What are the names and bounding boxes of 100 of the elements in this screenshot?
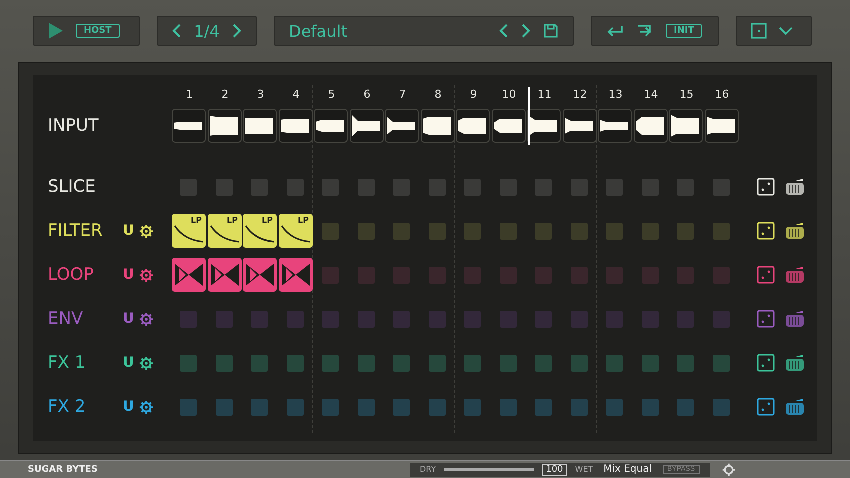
step-pad[interactable] (251, 310, 268, 328)
step-pad[interactable] (570, 398, 588, 416)
step-pad[interactable] (358, 354, 374, 372)
step-pad[interactable] (322, 222, 339, 240)
step-pad[interactable] (322, 310, 339, 328)
loop-step[interactable] (243, 258, 277, 292)
loop-step[interactable] (172, 258, 206, 292)
step-pad[interactable] (286, 354, 304, 372)
step-pad[interactable] (500, 354, 516, 372)
step-pad[interactable] (500, 178, 516, 196)
redo-icon[interactable] (636, 24, 654, 38)
step-pad[interactable] (180, 354, 197, 372)
filter-step[interactable]: LP (208, 214, 242, 248)
step-pad[interactable] (500, 310, 516, 328)
waveform-thumbnail[interactable] (243, 109, 277, 143)
step-pad[interactable] (500, 266, 516, 284)
step-pad[interactable] (251, 398, 268, 416)
waveform-thumbnail[interactable] (598, 109, 632, 143)
step-pad[interactable] (180, 398, 197, 416)
step-pad[interactable] (642, 310, 658, 328)
lane-name[interactable]: INPUT (48, 116, 123, 136)
waveform-thumbnail[interactable] (562, 109, 596, 143)
step-pad[interactable] (570, 354, 588, 372)
unit-toggle[interactable]: U (123, 399, 134, 415)
step-pad[interactable] (535, 354, 552, 372)
step-pad[interactable] (677, 266, 694, 284)
lane-name[interactable]: FX 2 (48, 397, 123, 417)
step-pad[interactable] (642, 266, 658, 284)
previous-icon[interactable] (499, 23, 509, 39)
step-pad[interactable] (535, 178, 552, 196)
step-pad[interactable] (180, 178, 197, 196)
step-pad[interactable] (570, 266, 588, 284)
next-icon[interactable] (521, 23, 531, 39)
step-pad[interactable] (216, 310, 232, 328)
step-pad[interactable] (322, 266, 339, 284)
dice-icon[interactable] (757, 398, 775, 416)
step-pad[interactable] (428, 398, 446, 416)
filter-step[interactable]: LP (243, 214, 277, 248)
step-pad[interactable] (322, 354, 339, 372)
step-pad[interactable] (428, 222, 446, 240)
step-pad[interactable] (464, 398, 481, 416)
eraser-icon[interactable] (784, 222, 806, 240)
step-pad[interactable] (393, 178, 410, 196)
waveform-thumbnail[interactable] (527, 109, 561, 143)
unit-toggle[interactable]: U (123, 311, 134, 327)
waveform-thumbnail[interactable] (492, 109, 526, 143)
waveform-thumbnail[interactable] (704, 109, 738, 143)
step-pad[interactable] (393, 398, 410, 416)
step-pad[interactable] (286, 178, 304, 196)
waveform-thumbnail[interactable] (385, 109, 419, 143)
step-pad[interactable] (216, 178, 232, 196)
eraser-icon[interactable] (784, 398, 806, 416)
filter-step[interactable]: LP (172, 214, 206, 248)
step-pad[interactable] (464, 222, 481, 240)
play-icon[interactable] (48, 22, 64, 40)
step-pad[interactable] (712, 178, 730, 196)
settings-icon[interactable] (139, 356, 154, 370)
next-icon[interactable] (232, 23, 242, 39)
step-pad[interactable] (535, 266, 552, 284)
step-pad[interactable] (606, 354, 623, 372)
step-pad[interactable] (677, 354, 694, 372)
loop-step[interactable] (208, 258, 242, 292)
waveform-thumbnail[interactable] (456, 109, 490, 143)
step-pad[interactable] (570, 310, 588, 328)
step-pad[interactable] (358, 266, 374, 284)
waveform-thumbnail[interactable] (350, 109, 384, 143)
step-pad[interactable] (358, 310, 374, 328)
step-pad[interactable] (642, 398, 658, 416)
lane-name[interactable]: LOOP (48, 265, 123, 285)
chevron-down-icon[interactable] (779, 26, 793, 36)
step-pad[interactable] (677, 398, 694, 416)
step-pad[interactable] (286, 398, 304, 416)
step-pad[interactable] (642, 354, 658, 372)
previous-icon[interactable] (172, 23, 182, 39)
filter-step[interactable]: LP (278, 214, 312, 248)
step-pad[interactable] (642, 222, 658, 240)
eraser-icon[interactable] (784, 178, 806, 196)
step-pad[interactable] (712, 222, 730, 240)
step-pad[interactable] (570, 222, 588, 240)
waveform-thumbnail[interactable] (420, 109, 454, 143)
lane-name[interactable]: ENV (48, 309, 123, 329)
step-pad[interactable] (712, 266, 730, 284)
step-pad[interactable] (428, 178, 446, 196)
step-pad[interactable] (606, 310, 623, 328)
step-pad[interactable] (251, 178, 268, 196)
lane-name[interactable]: SLICE (48, 177, 123, 197)
waveform-thumbnail[interactable] (278, 109, 312, 143)
step-pad[interactable] (712, 398, 730, 416)
step-pad[interactable] (677, 310, 694, 328)
unit-toggle[interactable]: U (123, 355, 134, 371)
step-pad[interactable] (322, 178, 339, 196)
step-pad[interactable] (535, 222, 552, 240)
step-pad[interactable] (464, 310, 481, 328)
step-pad[interactable] (606, 178, 623, 196)
step-pad[interactable] (712, 310, 730, 328)
dice-icon[interactable] (757, 354, 775, 372)
step-pad[interactable] (464, 266, 481, 284)
step-pad[interactable] (358, 398, 374, 416)
loop-step[interactable] (278, 258, 312, 292)
step-pad[interactable] (216, 398, 232, 416)
